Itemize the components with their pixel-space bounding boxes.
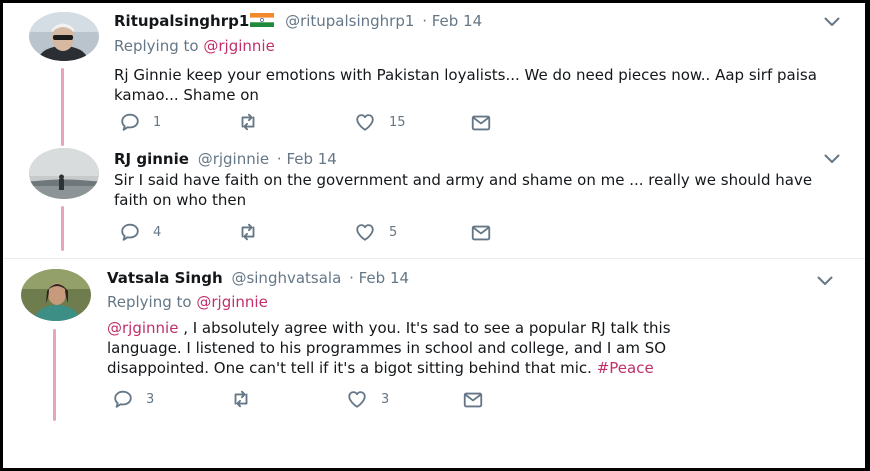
reply-button[interactable]: 1 bbox=[119, 111, 161, 133]
like-icon bbox=[353, 111, 377, 133]
tweet-header: Ritupalsinghrp1 @ritupalsinghrp1 · Feb 1… bbox=[114, 12, 482, 30]
reply-button[interactable]: 3 bbox=[112, 388, 154, 410]
hashtag-link[interactable]: #Peace bbox=[597, 359, 654, 377]
retweet-icon bbox=[236, 111, 260, 133]
replying-to-label: Replying to bbox=[114, 37, 199, 55]
tweet-text: Rj Ginnie keep your emotions with Pakist… bbox=[114, 66, 817, 104]
replying-to: Replying to @rjginnie bbox=[114, 37, 275, 55]
like-count: 5 bbox=[389, 224, 398, 240]
author-handle[interactable]: @ritupalsinghrp1 bbox=[285, 12, 414, 30]
author-name[interactable]: RJ ginnie bbox=[114, 150, 189, 168]
tweet-text-line2: language. I listened to his programmes i… bbox=[107, 339, 667, 357]
tweet-1[interactable]: Ritupalsinghrp1 @ritupalsinghrp1 · Feb 1… bbox=[3, 3, 865, 146]
tweet-3[interactable]: Vatsala Singh @singhvatsala · Feb 14 Rep… bbox=[3, 259, 865, 468]
mention-link[interactable]: @rjginnie bbox=[107, 319, 178, 337]
retweet-icon bbox=[236, 221, 260, 243]
reply-icon bbox=[119, 221, 141, 243]
tweet-thread: Ritupalsinghrp1 @ritupalsinghrp1 · Feb 1… bbox=[3, 3, 865, 468]
tweet-header: RJ ginnie @rjginnie · Feb 14 bbox=[114, 150, 337, 168]
retweet-button[interactable] bbox=[229, 388, 253, 410]
author-handle[interactable]: @rjginnie bbox=[198, 150, 269, 168]
reply-icon bbox=[112, 388, 134, 410]
retweet-icon bbox=[229, 388, 253, 410]
tweet-text: @rjginnie , I absolutely agree with you.… bbox=[107, 318, 827, 378]
thread-line bbox=[61, 68, 64, 146]
thread-line bbox=[53, 329, 56, 421]
avatar[interactable] bbox=[29, 148, 99, 199]
tweet-text: Sir I said have faith on the government … bbox=[114, 171, 813, 209]
tweet-date[interactable]: · Feb 14 bbox=[277, 150, 337, 168]
reply-count: 1 bbox=[153, 114, 162, 130]
chevron-down-icon[interactable] bbox=[824, 17, 840, 27]
chevron-down-icon[interactable] bbox=[817, 276, 833, 286]
direct-message-button[interactable] bbox=[469, 222, 493, 244]
tweet-date[interactable]: · Feb 14 bbox=[422, 12, 482, 30]
chevron-down-icon[interactable] bbox=[824, 154, 840, 164]
tweet-text-line1: , I absolutely agree with you. It's sad … bbox=[178, 319, 671, 337]
tweet-text-line3: disappointed. One can't tell if it's a b… bbox=[107, 359, 597, 377]
thread-line bbox=[61, 206, 64, 251]
tweet-header: Vatsala Singh @singhvatsala · Feb 14 bbox=[107, 269, 409, 287]
avatar[interactable] bbox=[21, 269, 91, 321]
reply-icon bbox=[119, 111, 141, 133]
like-icon bbox=[353, 221, 377, 243]
author-handle[interactable]: @singhvatsala bbox=[231, 269, 341, 287]
replying-to-link[interactable]: @rjginnie bbox=[203, 37, 274, 55]
retweet-button[interactable] bbox=[236, 221, 260, 243]
like-count: 3 bbox=[381, 391, 390, 407]
like-button[interactable]: 3 bbox=[345, 388, 389, 410]
author-name[interactable]: Vatsala Singh bbox=[107, 269, 223, 287]
tweet-2[interactable]: RJ ginnie @rjginnie · Feb 14 Sir I said … bbox=[3, 140, 865, 260]
direct-message-button[interactable] bbox=[469, 112, 493, 134]
direct-message-icon bbox=[469, 222, 493, 244]
replying-to-label: Replying to bbox=[107, 293, 192, 311]
india-flag-icon bbox=[250, 13, 275, 27]
replying-to-link[interactable]: @rjginnie bbox=[196, 293, 267, 311]
replying-to: Replying to @rjginnie bbox=[107, 293, 268, 311]
reply-button[interactable]: 4 bbox=[119, 221, 161, 243]
direct-message-button[interactable] bbox=[461, 389, 485, 411]
direct-message-icon bbox=[461, 389, 485, 411]
like-button[interactable]: 5 bbox=[353, 221, 397, 243]
avatar[interactable] bbox=[29, 12, 99, 61]
like-count: 15 bbox=[389, 114, 406, 130]
retweet-button[interactable] bbox=[236, 111, 260, 133]
reply-count: 4 bbox=[153, 224, 162, 240]
direct-message-icon bbox=[469, 112, 493, 134]
tweet-date[interactable]: · Feb 14 bbox=[349, 269, 409, 287]
like-button[interactable]: 15 bbox=[353, 111, 406, 133]
like-icon bbox=[345, 388, 369, 410]
reply-count: 3 bbox=[146, 391, 155, 407]
author-name[interactable]: Ritupalsinghrp1 bbox=[114, 12, 249, 30]
